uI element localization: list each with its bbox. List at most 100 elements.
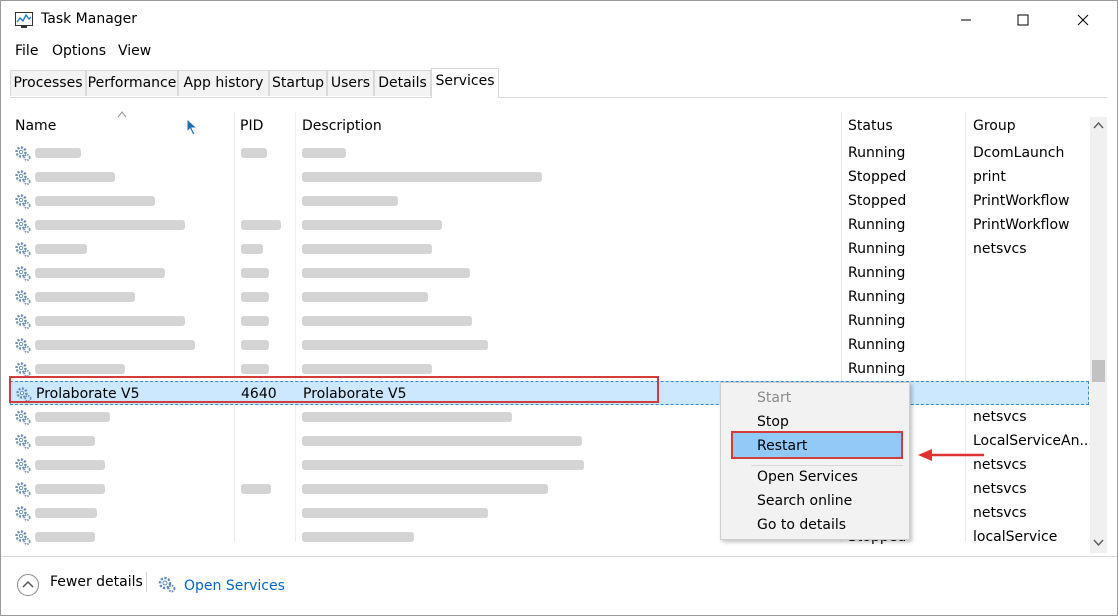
window-title: Task Manager: [41, 11, 138, 27]
context-menu-start[interactable]: Start: [757, 388, 791, 408]
vertical-scrollbar[interactable]: [1090, 117, 1107, 553]
service-status: Stopped: [848, 193, 907, 209]
redacted-description: [302, 508, 488, 518]
redacted-name: [35, 220, 185, 230]
annotation-highlight-row: [9, 376, 659, 403]
service-group: netsvcs: [973, 505, 1027, 521]
table-row[interactable]: Running: [10, 261, 1089, 285]
mouse-cursor-icon: [186, 118, 199, 136]
redacted-pid: [241, 268, 269, 278]
table-row[interactable]: Running: [10, 285, 1089, 309]
service-gear-icon: [15, 146, 31, 162]
menu-file[interactable]: File: [15, 43, 38, 59]
table-row[interactable]: Running: [10, 309, 1089, 333]
maximize-button[interactable]: [1000, 1, 1046, 39]
tab-users[interactable]: Users: [327, 70, 374, 96]
tab-startup[interactable]: Startup: [269, 70, 327, 96]
redacted-description: [302, 412, 512, 422]
redacted-description: [302, 460, 584, 470]
context-menu-go-to-details[interactable]: Go to details: [757, 515, 846, 535]
column-header-group[interactable]: Group: [973, 112, 1016, 140]
redacted-name: [35, 340, 195, 350]
menu-view[interactable]: View: [118, 43, 151, 59]
redacted-pid: [241, 364, 269, 374]
redacted-pid: [241, 316, 269, 326]
redacted-description: [302, 484, 548, 494]
context-menu-open-services[interactable]: Open Services: [757, 467, 858, 487]
menu-options[interactable]: Options: [52, 43, 106, 59]
table-row[interactable]: StoppedlocalService: [10, 525, 1089, 549]
redacted-description: [302, 532, 414, 542]
redacted-description: [302, 148, 346, 158]
table-row[interactable]: netsvcs: [10, 477, 1089, 501]
service-gear-icon: [15, 338, 31, 354]
redacted-description: [302, 292, 428, 302]
redacted-pid: [241, 484, 271, 494]
tab-details[interactable]: Details: [374, 70, 431, 96]
column-header-status[interactable]: Status: [848, 112, 893, 140]
redacted-description: [302, 172, 542, 182]
redacted-description: [302, 196, 398, 206]
footer-divider: [146, 572, 147, 592]
service-status: Running: [848, 265, 906, 281]
redacted-pid: [241, 244, 263, 254]
annotation-arrow-icon: [918, 449, 984, 461]
table-row[interactable]: Running PrintWorkflow: [10, 213, 1089, 237]
open-services-link[interactable]: Open Services: [184, 578, 285, 594]
service-gear-icon: [15, 266, 31, 282]
maximize-icon: [1017, 14, 1029, 26]
table-row[interactable]: Stopped print: [10, 165, 1089, 189]
scroll-down-icon[interactable]: [1093, 539, 1104, 547]
service-gear-icon: [15, 530, 31, 546]
context-menu-stop[interactable]: Stop: [757, 412, 789, 432]
service-gear-icon: [15, 410, 31, 426]
service-status: Running: [848, 337, 906, 353]
service-gear-icon: [15, 218, 31, 234]
service-gear-icon: [15, 434, 31, 450]
fewer-details-label: Fewer details: [50, 574, 143, 590]
minimize-button[interactable]: [943, 1, 989, 39]
service-status: Running: [848, 289, 906, 305]
redacted-name: [35, 172, 115, 182]
redacted-pid: [241, 340, 269, 350]
redacted-name: [35, 484, 105, 494]
scroll-up-icon[interactable]: [1093, 121, 1104, 129]
column-header-pid[interactable]: PID: [240, 112, 263, 140]
table-row[interactable]: Running: [10, 333, 1089, 357]
redacted-name: [35, 148, 81, 158]
table-row[interactable]: netsvcs: [10, 405, 1089, 429]
table-row[interactable]: netsvcs: [10, 501, 1089, 525]
service-group: PrintWorkflow: [973, 217, 1070, 233]
tab-services[interactable]: Services: [431, 68, 499, 98]
menu-bar: File Options View: [1, 39, 1117, 63]
service-group: netsvcs: [973, 241, 1027, 257]
table-row[interactable]: Stopped PrintWorkflow: [10, 189, 1089, 213]
redacted-pid: [241, 148, 267, 158]
table-row[interactable]: Running netsvcs: [10, 237, 1089, 261]
redacted-name: [35, 292, 135, 302]
context-menu-restart[interactable]: Restart: [757, 436, 807, 456]
tab-performance[interactable]: Performance: [86, 70, 178, 96]
close-button[interactable]: [1060, 1, 1106, 39]
service-group: print: [973, 169, 1006, 185]
redacted-description: [302, 268, 470, 278]
service-status: Running: [848, 145, 906, 161]
scrollbar-thumb[interactable]: [1092, 360, 1105, 382]
redacted-name: [35, 508, 97, 518]
redacted-description: [302, 244, 432, 254]
redacted-pid: [241, 292, 269, 302]
service-gear-icon: [15, 482, 31, 498]
task-manager-window: Task Manager File Options View Processes…: [0, 0, 1118, 616]
tab-app-history[interactable]: App history: [178, 70, 269, 96]
service-gear-icon: [15, 458, 31, 474]
table-row[interactable]: Running DcomLaunch: [10, 141, 1089, 165]
title-bar: Task Manager: [1, 1, 1117, 39]
service-group: DcomLaunch: [973, 145, 1065, 161]
tab-processes[interactable]: Processes: [10, 70, 86, 96]
context-menu-search-online[interactable]: Search online: [757, 491, 852, 511]
redacted-description: [302, 340, 488, 350]
column-header-description[interactable]: Description: [302, 112, 382, 140]
service-group: LocalServiceAn...: [973, 433, 1093, 449]
services-gear-icon: [158, 576, 176, 593]
column-header-name[interactable]: Name: [15, 112, 56, 140]
